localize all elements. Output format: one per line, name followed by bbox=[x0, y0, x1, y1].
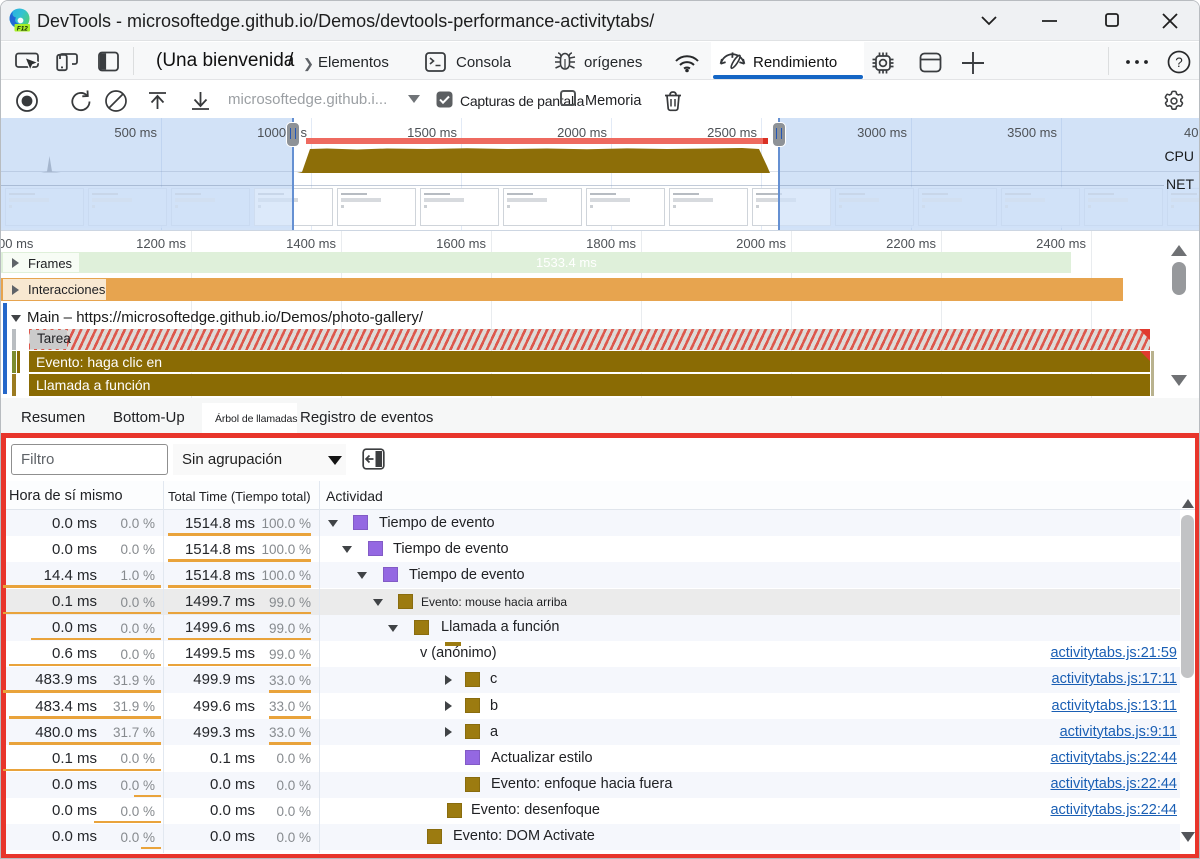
svg-text:?: ? bbox=[1175, 55, 1183, 70]
svg-text:F12: F12 bbox=[17, 25, 28, 32]
